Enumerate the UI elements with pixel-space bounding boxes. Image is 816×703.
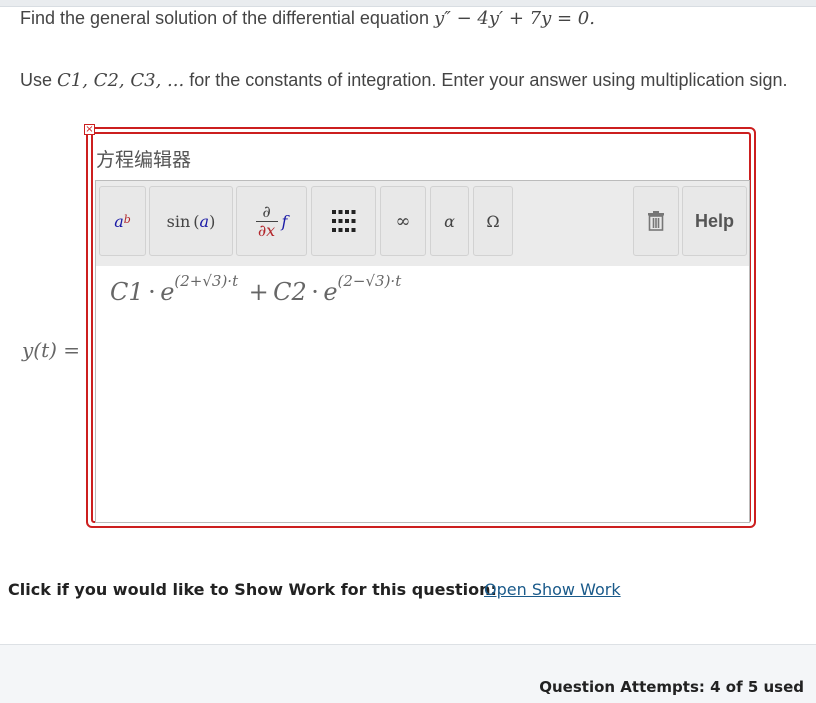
trash-icon: [648, 211, 664, 231]
deriv-f: f: [281, 211, 288, 231]
instructions-part2: for the constants of integration. Enter …: [184, 70, 788, 90]
question-equation: y″ − 4y′ + 7y = 0.: [433, 8, 595, 29]
constant-c2: C2: [273, 278, 307, 306]
show-work-prompt: Click if you would like to Show Work for…: [8, 580, 497, 599]
exponent-2: (2−√3)·t: [337, 272, 402, 290]
plus-sign: +: [248, 278, 269, 306]
help-button[interactable]: Help: [682, 186, 747, 256]
dot-2: ·: [311, 278, 319, 306]
omega-icon: Ω: [486, 211, 500, 231]
close-editor-icon[interactable]: ×: [84, 124, 95, 135]
sin-button[interactable]: sin (a): [149, 186, 233, 256]
matrix-icon: [331, 210, 355, 232]
question-text: Find the general solution of the differe…: [20, 8, 595, 29]
editor-title: 方程编辑器: [96, 149, 192, 171]
instructions: Use C1, C2, C3, ... for the constants of…: [20, 67, 810, 94]
power-exp: b: [123, 212, 131, 226]
top-bar: [0, 0, 816, 7]
question-attempts: Question Attempts: 4 of 5 used: [539, 678, 804, 696]
infinity-icon: ∞: [395, 210, 411, 232]
exp-base-2: e: [323, 278, 338, 306]
instructions-part1: Use: [20, 70, 58, 90]
constant-c1: C1: [110, 278, 144, 306]
clear-button[interactable]: [633, 186, 679, 256]
dot-1: ·: [148, 278, 156, 306]
alpha-icon: α: [444, 211, 455, 231]
infinity-button[interactable]: ∞: [380, 186, 426, 256]
question-prefix: Find the general solution of the differe…: [20, 8, 434, 28]
partial-derivative-button[interactable]: ∂ ∂x f: [236, 186, 307, 256]
deriv-num: ∂: [262, 201, 271, 221]
answer-expression: C1 · e(2+√3)·t + C2 · e(2−√3)·t: [110, 272, 401, 306]
power-button[interactable]: ab: [99, 186, 146, 256]
sin-label: sin: [166, 211, 191, 231]
power-base: a: [114, 211, 124, 231]
exponent-1: (2+√3)·t: [174, 272, 239, 290]
open-show-work-link[interactable]: Open Show Work: [484, 580, 621, 599]
greek-lower-button[interactable]: α: [430, 186, 469, 256]
instructions-constants: C1, C2, C3, ...: [57, 70, 185, 91]
greek-upper-button[interactable]: Ω: [473, 186, 513, 256]
answer-label: y(t) =: [22, 338, 81, 362]
exp-base-1: e: [160, 278, 175, 306]
deriv-den: ∂x: [257, 220, 276, 240]
sin-arg: a: [199, 211, 210, 231]
matrix-button[interactable]: [311, 186, 376, 256]
